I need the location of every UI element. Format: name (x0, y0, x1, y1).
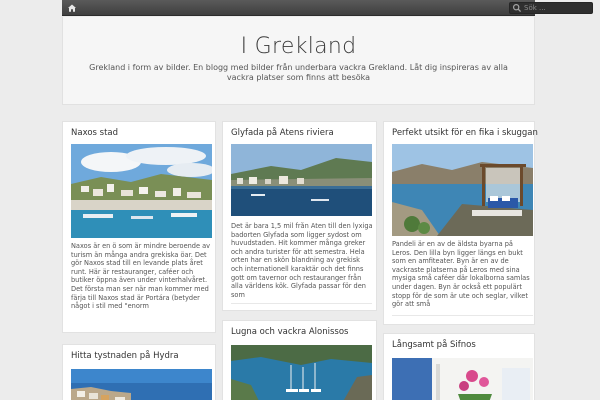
post-image[interactable] (392, 358, 533, 400)
post-image[interactable] (71, 369, 212, 400)
post-image[interactable] (231, 144, 372, 216)
post-excerpt: Pandeli är en av de äldsta byarna på Ler… (392, 240, 530, 309)
post-card: Lugna och vackra Alonissos (222, 320, 377, 400)
post-title[interactable]: Långsamt på Sifnos (392, 340, 476, 350)
post-title[interactable]: Lugna och vackra Alonissos (231, 327, 348, 337)
post-excerpt: Naxos är en ö som är mindre beroende av … (71, 242, 211, 311)
site-header: I Grekland Grekland i form av bilder. En… (62, 17, 535, 105)
search-icon[interactable] (512, 3, 522, 13)
post-image[interactable] (392, 144, 533, 236)
post-card: Långsamt på Sifnos (383, 333, 535, 400)
post-image[interactable] (71, 144, 212, 238)
post-card: Perfekt utsikt för en fika i skuggan Pan… (383, 121, 538, 325)
post-card: Hitta tystnaden på Hydra (62, 344, 216, 400)
search-box[interactable] (509, 2, 593, 14)
post-card: Naxos stad Naxos är en ö som är mindre b… (62, 121, 216, 333)
search-input[interactable] (524, 4, 592, 12)
post-card: Glyfada på Atens riviera Det är bara 1,5… (222, 121, 377, 311)
post-title[interactable]: Naxos stad (71, 128, 118, 138)
post-image[interactable] (231, 345, 372, 400)
card-divider (392, 315, 533, 316)
site-description: Grekland i form av bilder. En blogg med … (89, 63, 508, 82)
site-title[interactable]: I Grekland (63, 34, 534, 59)
post-title[interactable]: Perfekt utsikt för en fika i skuggan (392, 128, 538, 138)
home-icon[interactable] (67, 3, 77, 13)
top-navigation-bar (62, 0, 593, 16)
card-divider (231, 303, 372, 304)
post-title[interactable]: Hitta tystnaden på Hydra (71, 351, 179, 361)
post-excerpt: Det är bara 1,5 mil från Aten till den l… (231, 222, 373, 298)
post-title[interactable]: Glyfada på Atens riviera (231, 128, 334, 138)
